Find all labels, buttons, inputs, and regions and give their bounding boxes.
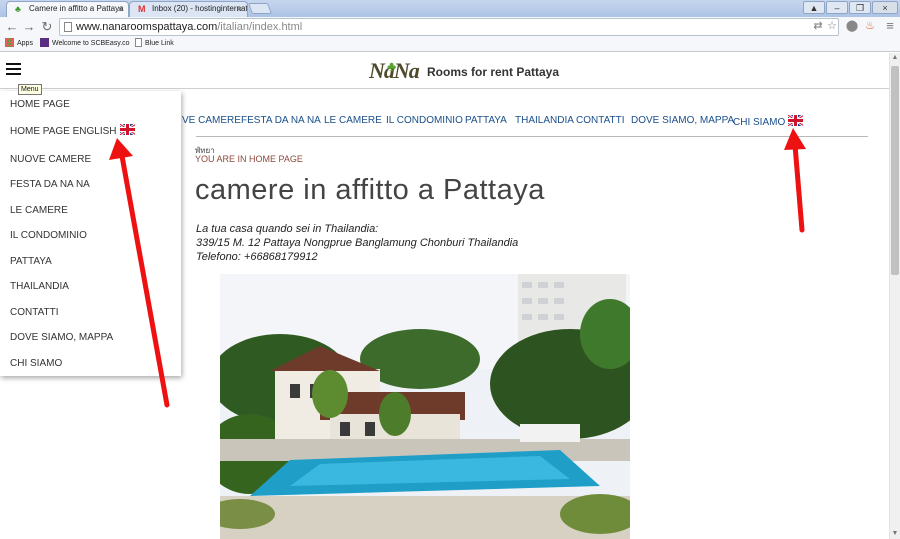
dropdown-item-nuove-camere[interactable]: NUOVE CAMERE (10, 154, 91, 165)
tab-close-icon[interactable]: × (118, 2, 123, 16)
dropdown-item-thailandia[interactable]: THAILANDIA (10, 281, 69, 292)
page-icon (135, 38, 142, 47)
dropdown-item-chi-siamo[interactable]: CHI SIAMO (10, 358, 62, 369)
tab-inbox[interactable]: M Inbox (20) - hostinginternati × (129, 1, 248, 17)
gmail-icon: M (138, 4, 146, 14)
tab-title: Camere in affitto a Pattaya (29, 4, 124, 13)
dropdown-item-pattaya[interactable]: PATTAYA (10, 256, 52, 267)
bookmark-label: Apps (17, 40, 33, 47)
dropdown-item-condominio[interactable]: IL CONDOMINIO (10, 230, 87, 241)
nav-link-label: CHI SIAMO (733, 117, 786, 128)
nav-link-pattaya[interactable]: PATTAYA (465, 115, 507, 126)
star-icon[interactable]: ☆ (825, 19, 839, 33)
tab-close-icon[interactable]: × (237, 2, 242, 16)
breadcrumb: YOU ARE IN HOME PAGE (195, 154, 303, 164)
minimize-button[interactable]: – (826, 1, 848, 14)
uk-flag-icon[interactable] (788, 115, 804, 126)
user-icon[interactable]: ▲ (803, 1, 825, 14)
extension-flame-icon[interactable]: ♨ (863, 19, 877, 33)
address-bar[interactable]: www.nanaroomspattaya.com/italian/index.h… (59, 18, 839, 36)
url-path: /italian/index.html (217, 21, 303, 33)
chrome-menu-icon[interactable]: ≡ (883, 19, 897, 33)
bookmark-label: Blue Link (145, 40, 174, 47)
dropdown-item-home-page[interactable]: HOME PAGE (10, 99, 70, 110)
page-title: camere in affitto a Pattaya (195, 174, 545, 206)
tab-strip: ♣ Camere in affitto a Pattaya × M Inbox … (0, 0, 900, 17)
reload-icon[interactable]: ↻ (39, 19, 55, 35)
bookmark-label: Welcome to SCBEasy.co (52, 40, 130, 47)
nav-link-contatti[interactable]: CONTATTI (576, 115, 625, 126)
bookmark-blue-link[interactable]: Blue Link (135, 37, 174, 51)
nav-link-condominio[interactable]: IL CONDOMINIO (386, 115, 463, 126)
dropdown-item-dove-siamo[interactable]: DOVE SIAMO, MAPPA (10, 332, 113, 343)
page-scrollbar[interactable]: ▲ ▼ (889, 53, 900, 539)
menu-tooltip: Menu (18, 84, 42, 95)
nav-link-festa[interactable]: FESTA DA NA NA (241, 115, 321, 126)
restore-button[interactable]: ❐ (849, 1, 871, 14)
url-host: www.nanaroomspattaya.com (76, 21, 218, 33)
phone-line: Telefono: +66868179912 (196, 251, 318, 263)
pool-photo (220, 274, 630, 539)
address-line-1: La tua casa quando sei in Thailandia: (196, 223, 379, 235)
nav-link-dove-siamo[interactable]: DOVE SIAMO, MAPPA (631, 115, 734, 126)
dropdown-item-label: HOME PAGE ENGLISH (10, 126, 117, 137)
dropdown-item-festa[interactable]: FESTA DA NA NA (10, 179, 90, 190)
scroll-down-arrow-icon[interactable]: ▼ (890, 529, 900, 539)
back-arrow-icon[interactable]: ← (4, 19, 20, 35)
tab-camere[interactable]: ♣ Camere in affitto a Pattaya × (6, 1, 129, 17)
hamburger-menu-icon[interactable] (6, 63, 22, 77)
translate-icon[interactable]: ⇄ (811, 19, 825, 33)
scroll-thumb[interactable] (891, 66, 899, 275)
browser-window: ♣ Camere in affitto a Pattaya × M Inbox … (0, 0, 900, 539)
site-header: NaNa ♣ Rooms for rent Pattaya (0, 53, 889, 89)
nav-link-chi-siamo[interactable]: CHI SIAMO (733, 115, 804, 128)
palm-tree-icon: ♣ (387, 60, 396, 75)
nav-link-nuove-camere[interactable]: VE CAMERE (182, 115, 241, 126)
nav-link-thailandia[interactable]: THAILANDIA (515, 115, 574, 126)
forward-arrow-icon[interactable]: → (21, 19, 37, 35)
apps-grid-icon (5, 38, 14, 47)
bookmark-apps[interactable]: Apps (5, 37, 33, 51)
browser-toolbar: ← → ↻ www.nanaroomspattaya.com/italian/i… (0, 17, 900, 37)
scroll-up-arrow-icon[interactable]: ▲ (890, 53, 900, 63)
site-title: Rooms for rent Pattaya (427, 65, 560, 79)
dropdown-item-contatti[interactable]: CONTATTI (10, 307, 59, 318)
close-window-button[interactable]: × (872, 1, 898, 14)
new-tab-button[interactable] (247, 3, 273, 14)
nav-link-le-camere[interactable]: LE CAMERE (324, 115, 382, 126)
bookmarks-bar: Apps Welcome to SCBEasy.co Blue Link (0, 37, 900, 52)
page-icon (64, 22, 72, 32)
palm-tree-icon: ♣ (15, 4, 21, 14)
dropdown-menu: HOME PAGE HOME PAGE ENGLISH NUOVE CAMERE… (0, 91, 181, 376)
tab-title: Inbox (20) - hostinginternati (152, 4, 248, 13)
scb-icon (40, 38, 49, 47)
address-line-2: 339/15 M. 12 Pattaya Nongprue Banglamung… (196, 237, 519, 249)
uk-flag-icon[interactable] (119, 124, 135, 135)
site-logo[interactable]: NaNa ♣ (369, 57, 420, 85)
dropdown-item-home-page-english[interactable]: HOME PAGE ENGLISH (10, 124, 135, 137)
web-page: NaNa ♣ Rooms for rent Pattaya Menu HOME … (0, 53, 889, 539)
extension-shield-icon[interactable]: ⬤ (845, 19, 859, 33)
dropdown-item-le-camere[interactable]: LE CAMERE (10, 205, 68, 216)
pool-photo-illustration (220, 274, 630, 539)
nav-divider (196, 136, 868, 137)
bookmark-scbeasy[interactable]: Welcome to SCBEasy.co (40, 37, 130, 51)
